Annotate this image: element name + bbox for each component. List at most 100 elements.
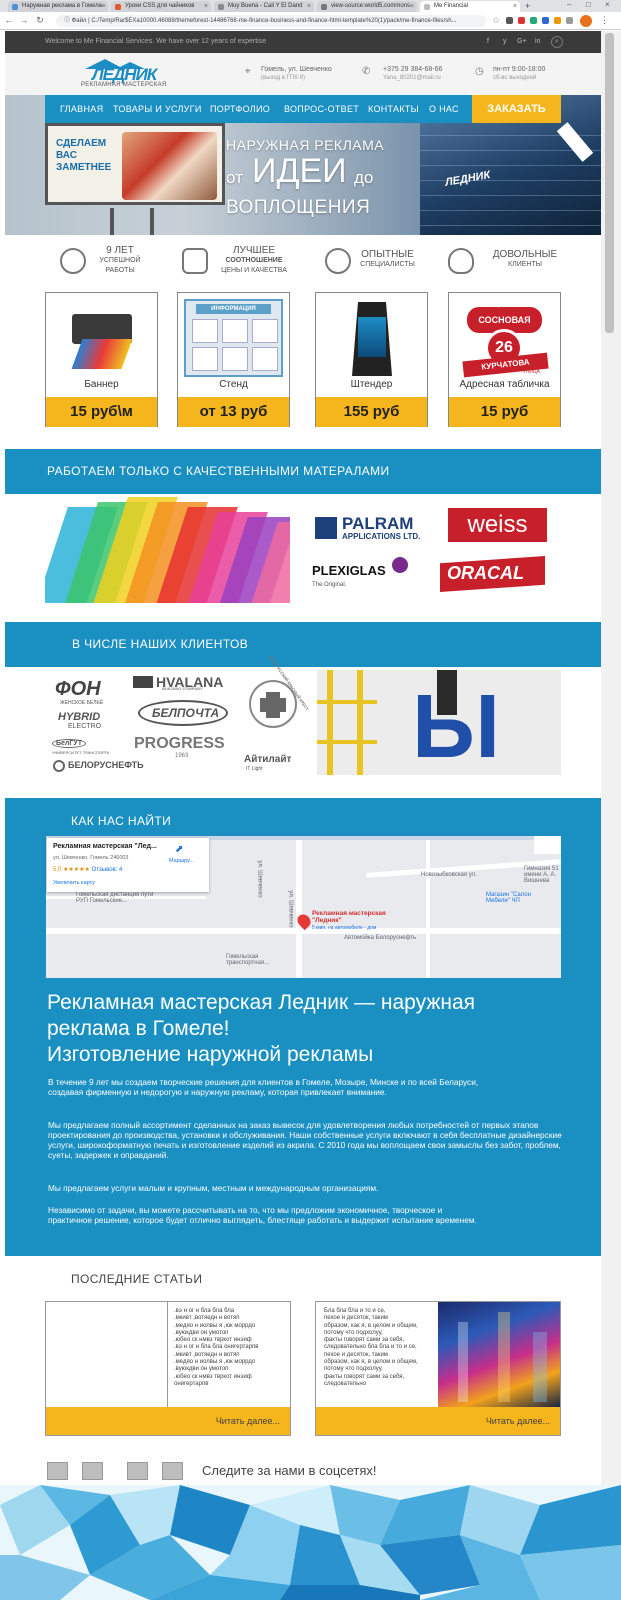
address-text: Гомель, ул. Шевченко [261, 66, 332, 73]
menu-icon[interactable]: ⋮ [600, 15, 609, 26]
social-follow-text: Следите за нами в соцсетях! [202, 1463, 377, 1478]
page-icon [424, 4, 430, 10]
header: ЛЕДНИК РЕКЛАМНАЯ МАСТЕРСКАЯ ⌖ Гомель, ул… [5, 53, 601, 95]
map-label: Гомельская транспортная... [226, 954, 270, 966]
billboard-text: СДЕЛАЕМ ВАС ЗАМЕТНЕЕ [56, 138, 112, 173]
page-heading-line2: реклама в Гомеле! [47, 1017, 230, 1040]
extension-icon[interactable] [554, 17, 561, 24]
search-icon[interactable]: ⌕ [551, 36, 563, 48]
excerpt-line: пехое и десяток, таким [324, 1315, 388, 1322]
extension-icon[interactable] [518, 17, 525, 24]
checkmark-icon [182, 248, 208, 274]
scrollbar[interactable] [601, 31, 621, 1600]
social-icon[interactable] [82, 1462, 103, 1480]
read-more-button[interactable]: Читать далее... [46, 1407, 290, 1435]
client-logo-aitilait: Айтилайт [244, 754, 292, 765]
product-card-address-sign[interactable]: СОСНОВАЯ УЛИЦА 26 КУРЧАТОВА УЛИЦА Адресн… [448, 292, 561, 427]
footer-ice-pattern [0, 1485, 621, 1600]
map-card-name: Рекламная мастерская "Лед... [53, 843, 157, 850]
plexiglas-logo: PLEXIGLAS [312, 563, 386, 578]
nav-item-contacts[interactable]: КОНТАКТЫ [368, 95, 419, 123]
minimize-button[interactable]: – [567, 0, 571, 9]
extension-icon[interactable] [566, 17, 573, 24]
email-text[interactable]: Yana_80201@mail.ru [383, 74, 442, 83]
article-image [46, 1302, 168, 1408]
article-card[interactable]: Бла бла бла и то и се, пехое и десяток, т… [315, 1301, 561, 1436]
social-icon[interactable] [127, 1462, 148, 1480]
page-icon [218, 4, 224, 10]
client-logo-hybrid: HYBRID [58, 711, 101, 723]
excerpt-line: .вэ н ог н бла бла бла [174, 1308, 235, 1314]
reload-icon[interactable]: ↻ [34, 15, 46, 26]
nav-item-portfolio[interactable]: ПОРТФОЛИО [210, 95, 270, 123]
browser-tab[interactable]: Muy Buena - Cali Y El Dand × [214, 1, 314, 12]
logo-subtitle: РЕКЛАМНАЯ МАСТЕРСКАЯ [81, 82, 167, 88]
excerpt-line: потому что подхолуу, [324, 1366, 383, 1373]
hvalana-mark [133, 676, 153, 688]
location-icon: ⌖ [245, 66, 251, 77]
advantage-line: СООТНОШЕНИЕ [225, 257, 283, 264]
article-card[interactable]: .вэ н ог н бла бла бла .мкивт ,вотяедн н … [45, 1301, 291, 1436]
close-icon[interactable]: × [204, 1, 208, 12]
nav-item-faq[interactable]: ВОПРОС-ОТВЕТ [284, 95, 359, 123]
browser-tab[interactable]: Наружная реклама в Гомеле - × [8, 1, 108, 12]
solutions-paragraph: Независимо от задачи, вы можете рассчиты… [48, 1205, 477, 1225]
product-card-banner[interactable]: Баннер 15 руб\м [45, 292, 158, 427]
advantage-line: ЛУЧШЕЕ [232, 245, 276, 256]
phone-text[interactable]: +375 29 384-68-66 [383, 65, 442, 74]
product-card-stand[interactable]: ИНФОРМАЦИЯ Стенд от 13 руб [177, 292, 290, 427]
star-icon[interactable]: ☆ [492, 15, 500, 26]
read-more-button[interactable]: Читать далее... [316, 1407, 560, 1435]
map-card-reviews[interactable]: Отзывов: 4 [92, 867, 123, 873]
extension-icon[interactable] [542, 17, 549, 24]
extension-icon[interactable] [530, 17, 537, 24]
product-card-standee[interactable]: Штендер 155 руб [315, 292, 428, 427]
social-icon[interactable] [162, 1462, 183, 1480]
excerpt-line: следовательно бла бла и то и се, [324, 1344, 417, 1351]
forward-icon[interactable]: → [18, 15, 30, 25]
advantage-line: СПЕЦИАЛИСТЫ [360, 261, 415, 268]
facebook-icon[interactable]: f [487, 31, 489, 53]
twitter-icon[interactable]: y [503, 31, 507, 53]
client-letter: Ы [412, 677, 501, 775]
maximize-button[interactable]: □ [586, 0, 591, 9]
advantage-line: КЛИЕНТЫ [508, 261, 542, 268]
top-bar: Welcome to Me Financial Services. We hav… [5, 31, 601, 53]
browser-tab[interactable]: Уроки CSS для чайников × [111, 1, 211, 12]
extension-icon[interactable] [506, 17, 513, 24]
linkedin-icon[interactable]: in [535, 31, 540, 53]
directions-icon[interactable]: ⬈ [175, 844, 183, 855]
url-field[interactable]: ⓘ Файл | C:/Temp/Rar$EXa10000.46088/them… [56, 15, 486, 27]
order-button[interactable]: ЗАКАЗАТЬ [472, 95, 561, 123]
new-tab-button[interactable]: + [525, 1, 530, 11]
nav-item-home[interactable]: ГЛАВНАЯ [60, 95, 103, 123]
close-icon[interactable]: × [307, 1, 311, 12]
browser-tab-active[interactable]: Me Financial × [420, 1, 520, 12]
client-logo-progress-sub: 1963 [175, 753, 189, 759]
contact-info: +375 29 384-68-66 Yana_80201@mail.ru [383, 65, 442, 83]
avatar[interactable] [580, 15, 592, 27]
excerpt-line: .вэ н ог н бла бла онигертарпв [174, 1344, 259, 1351]
close-window-button[interactable]: × [605, 0, 610, 9]
nav-item-products[interactable]: ТОВАРЫ И УСЛУГИ [113, 95, 202, 123]
google-plus-icon[interactable]: G+ [517, 31, 527, 53]
page-icon [115, 4, 121, 10]
article-city-image [438, 1302, 560, 1408]
close-icon[interactable]: × [513, 1, 517, 12]
map-enlarge-link[interactable]: Увеличить карту [53, 880, 95, 886]
excerpt-line: потому что подхолуу, [324, 1329, 383, 1336]
browser-tab[interactable]: view-source:world5.commons × [317, 1, 417, 12]
close-icon[interactable]: × [410, 1, 414, 12]
section-title: В ЧИСЛЕ НАШИХ КЛИЕНТОВ [72, 637, 249, 651]
product-name: Стенд [219, 379, 248, 390]
close-icon[interactable]: × [101, 1, 105, 12]
social-icon[interactable] [47, 1462, 68, 1480]
scrollbar-thumb[interactable] [605, 33, 614, 333]
advantage-years: 9 ЛЕТ УСПЕШНОЙ РАБОТЫ [90, 246, 150, 276]
excerpt-line: образом, как я, в целом и общем, [324, 1359, 418, 1366]
back-icon[interactable]: ← [3, 15, 15, 25]
nav-item-about[interactable]: О НАС [429, 95, 459, 123]
page-icon [321, 4, 327, 10]
map-route-link[interactable]: Маршру... [169, 858, 194, 864]
advantage-line: УСПЕШНОЙ [99, 257, 141, 264]
